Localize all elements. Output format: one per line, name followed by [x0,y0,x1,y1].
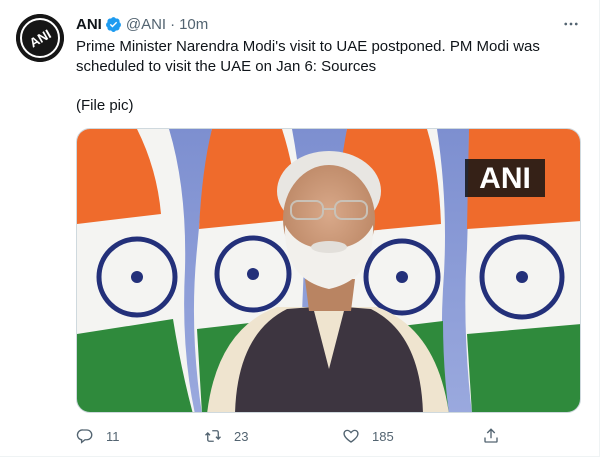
reply-button[interactable]: 11 [76,425,120,447]
tweet-header: ANI @ANI · 10m [76,14,208,34]
tweet-actions: 11 23 185 [76,425,506,447]
ani-watermark: ANI [465,159,545,197]
tweet-text: Prime Minister Narendra Modi's visit to … [76,37,576,116]
share-button[interactable] [482,425,500,447]
retweet-icon [205,430,221,442]
tweet-text-line: scheduled to visit the UAE on Jan 6: Sou… [76,58,377,75]
like-button[interactable]: 185 [342,425,394,447]
tweet-media-image[interactable]: ANI [76,128,581,413]
reply-count: 11 [106,428,120,444]
tweet[interactable]: ANI ANI @ANI · 10m Prime Minister Narend… [0,0,600,457]
reply-icon [76,429,93,444]
like-count: 185 [372,428,394,444]
more-horizontal-icon [564,22,578,26]
author-name[interactable]: ANI [76,16,102,33]
watermark-text: ANI [479,162,531,195]
flag [77,129,195,412]
ani-logo-icon: ANI [16,14,64,62]
verified-badge-icon [105,16,122,33]
header-separator: · [170,15,176,33]
avatar[interactable]: ANI [16,14,64,62]
photo: ANI [77,129,580,412]
retweet-count: 23 [234,428,249,444]
tweet-text-line: Prime Minister Narendra Modi's visit to … [76,38,540,55]
author-handle[interactable]: @ANI [126,16,166,33]
share-icon [484,428,498,443]
more-options-button[interactable] [561,14,581,34]
retweet-button[interactable]: 23 [204,425,248,447]
tweet-text-line: (File pic) [76,97,134,114]
heart-icon [343,429,359,443]
tweet-timestamp[interactable]: 10m [179,16,208,33]
